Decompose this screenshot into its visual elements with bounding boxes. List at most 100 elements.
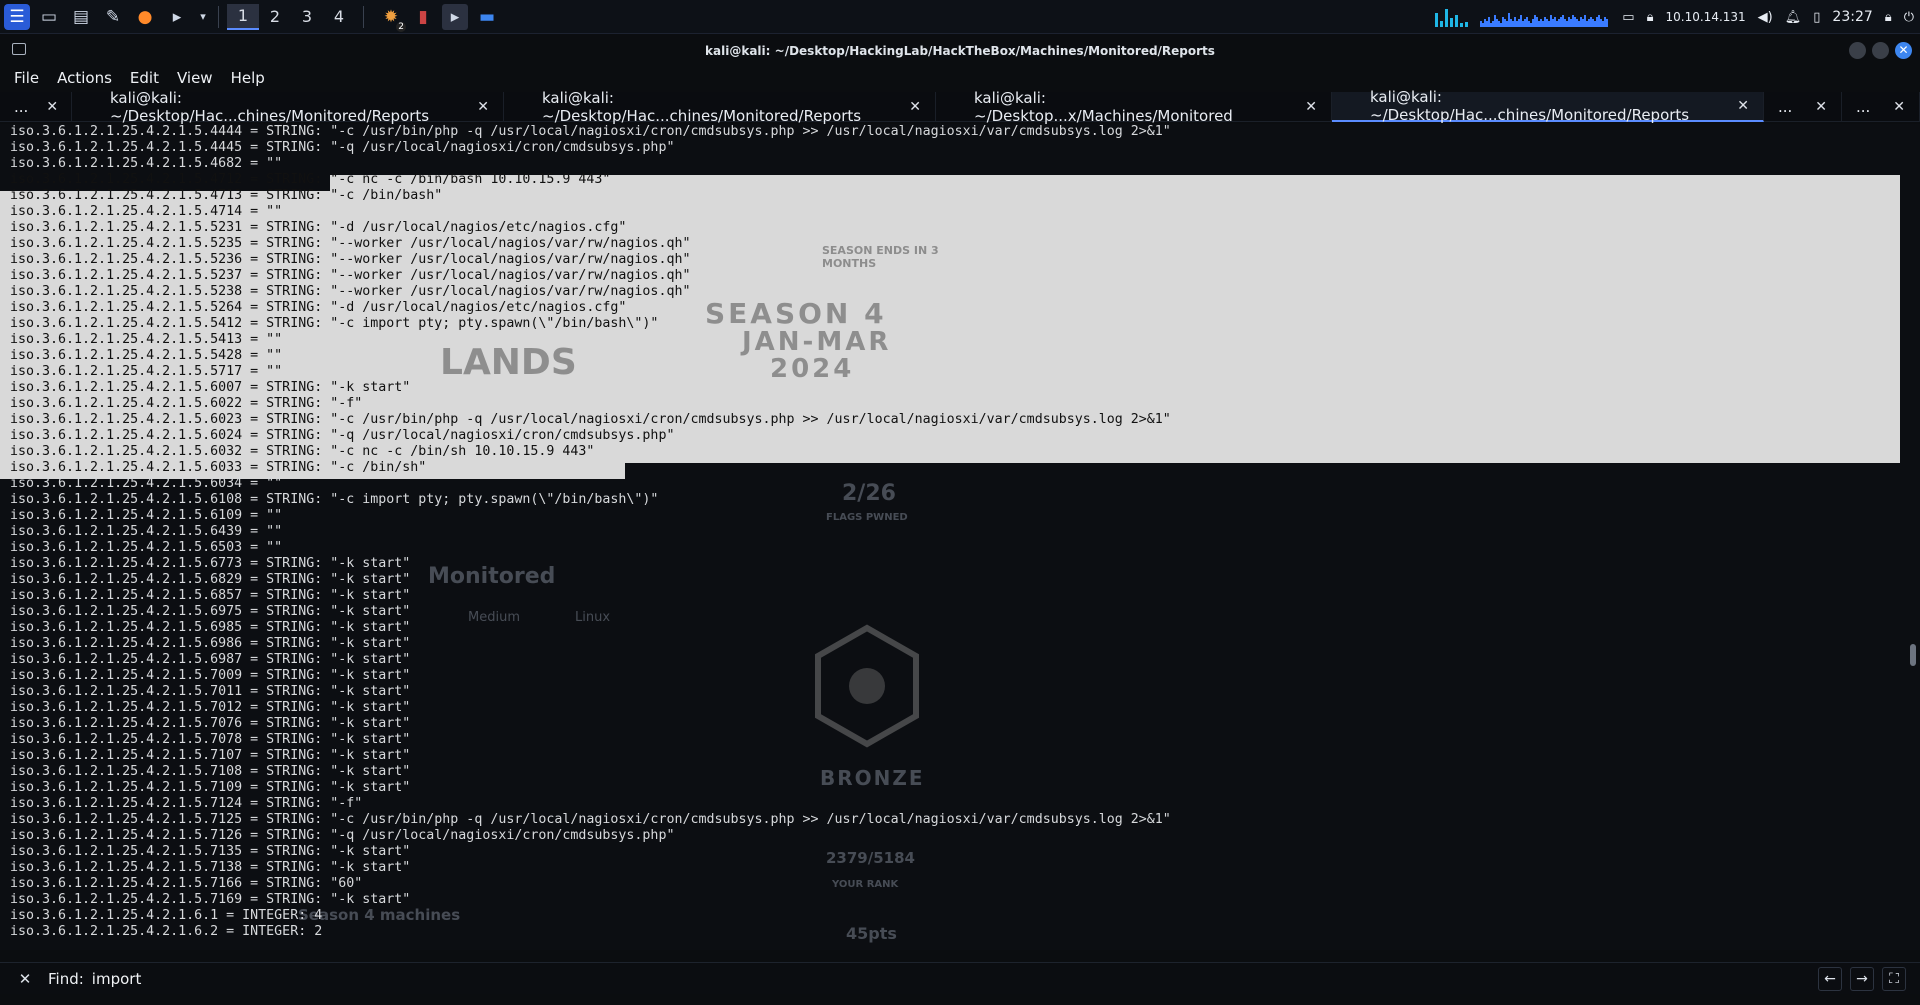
find-navigation: ← → ⛶ bbox=[1818, 967, 1906, 991]
terminal-line: iso.3.6.1.2.1.25.4.2.1.5.4714 = "" bbox=[10, 204, 283, 219]
terminal-line: iso.3.6.1.2.1.25.4.2.1.5.6033 = STRING: … bbox=[10, 460, 427, 475]
find-previous-button[interactable]: ← bbox=[1818, 967, 1842, 991]
burp-window-icon[interactable]: ✹ 2 bbox=[378, 4, 406, 32]
menu-file[interactable]: File bbox=[14, 69, 39, 87]
terminal-line: iso.3.6.1.2.1.25.4.2.1.5.4445 = STRING: … bbox=[10, 140, 675, 155]
pdf-window-icon[interactable]: ▮ bbox=[410, 4, 436, 30]
tab-overflow-right-1[interactable]: ... ✕ bbox=[1764, 91, 1842, 122]
vpn-lock-icon[interactable]: 🔒︎ bbox=[1647, 10, 1654, 25]
tab-terminal-1[interactable]: kali@kali: ~/Desktop/Hac...chines/Monito… bbox=[72, 88, 504, 125]
tab-terminal-2[interactable]: kali@kali: ~/Desktop/Hac...chines/Monito… bbox=[504, 88, 936, 125]
terminal-line: iso.3.6.1.2.1.25.4.2.1.5.6034 = "" bbox=[10, 476, 283, 491]
chevron-down-icon[interactable]: ▾ bbox=[196, 4, 210, 30]
close-find-button[interactable]: ✕ bbox=[14, 968, 36, 990]
panel-tray: ▭ 🔒︎ 10.10.14.131 ◀︎) 🔔︎ ▯ 23:27 🔒︎ ⏻ bbox=[1435, 0, 1914, 34]
clock[interactable]: 23:27 bbox=[1832, 9, 1872, 25]
scrollbar-thumb[interactable] bbox=[1910, 644, 1916, 666]
terminal-line: iso.3.6.1.2.1.25.4.2.1.5.6439 = "" bbox=[10, 524, 283, 539]
terminal-line: iso.3.6.1.2.1.25.4.2.1.5.5236 = STRING: … bbox=[10, 252, 691, 267]
kali-menu-icon[interactable]: ☰ bbox=[4, 3, 30, 30]
volume-icon[interactable]: ◀︎) bbox=[1758, 10, 1773, 25]
terminal-line: iso.3.6.1.2.1.25.4.2.1.5.6108 = STRING: … bbox=[10, 492, 659, 507]
menu-edit[interactable]: Edit bbox=[130, 69, 159, 87]
terminal-line: iso.3.6.1.2.1.25.4.2.1.5.6032 = STRING: … bbox=[10, 444, 595, 459]
file-manager-icon[interactable]: ▤ bbox=[68, 4, 94, 30]
terminal-line: iso.3.6.1.2.1.25.4.2.1.5.7011 = STRING: … bbox=[10, 684, 411, 699]
terminal-line: iso.3.6.1.2.1.25.4.2.1.5.7108 = STRING: … bbox=[10, 764, 411, 779]
find-input[interactable] bbox=[91, 969, 492, 988]
lock-screen-icon[interactable]: 🔒︎ bbox=[1885, 10, 1892, 25]
window-titlebar[interactable]: kali@kali: ~/Desktop/HackingLab/HackTheB… bbox=[0, 36, 1920, 66]
find-label: Find: bbox=[48, 969, 84, 988]
terminal-line: iso.3.6.1.2.1.25.4.2.1.5.7109 = STRING: … bbox=[10, 780, 411, 795]
workspace-1[interactable]: 1 bbox=[227, 3, 259, 30]
terminal-line: iso.3.6.1.2.1.25.4.2.1.5.5412 = STRING: … bbox=[10, 316, 659, 331]
close-icon[interactable]: ✕ bbox=[909, 99, 921, 115]
close-icon[interactable]: ✕ bbox=[46, 99, 58, 115]
terminal-line: iso.3.6.1.2.1.25.4.2.1.5.7012 = STRING: … bbox=[10, 700, 411, 715]
tab-label: ... bbox=[1856, 97, 1871, 116]
tab-overflow-right-2[interactable]: ... ✕ bbox=[1842, 91, 1920, 122]
text-editor-icon[interactable]: ✎ bbox=[100, 4, 126, 30]
power-icon[interactable]: ⏻ bbox=[1904, 10, 1914, 25]
tab-label: kali@kali: ~/Desktop/Hac...chines/Monito… bbox=[1370, 87, 1690, 124]
tab-terminal-active[interactable]: kali@kali: ~/Desktop/Hac...chines/Monito… bbox=[1332, 88, 1764, 124]
battery-icon[interactable]: ▯ bbox=[1813, 10, 1820, 25]
terminal-line: iso.3.6.1.2.1.25.4.2.1.5.5717 = "" bbox=[10, 364, 283, 379]
firefox-icon[interactable]: ● bbox=[132, 4, 158, 30]
menu-view[interactable]: View bbox=[177, 69, 213, 87]
desktop-icon[interactable]: ▭ bbox=[36, 4, 62, 30]
tab-label: kali@kali: ~/Desktop/Hac...chines/Monito… bbox=[110, 88, 430, 125]
find-next-button[interactable]: → bbox=[1850, 967, 1874, 991]
tab-label: kali@kali: ~/Desktop/Hac...chines/Monito… bbox=[542, 88, 862, 125]
workspace-2[interactable]: 2 bbox=[259, 4, 291, 30]
terminal-line: iso.3.6.1.2.1.25.4.2.1.5.5428 = "" bbox=[10, 348, 283, 363]
close-icon[interactable]: ✕ bbox=[477, 99, 489, 115]
vpn-ip: 10.10.14.131 bbox=[1665, 10, 1746, 24]
menu-help[interactable]: Help bbox=[231, 69, 265, 87]
minimize-button[interactable] bbox=[1849, 42, 1866, 59]
terminal-output[interactable]: SEASON 4 JAN-MAR 2024 LANDS SEASON ENDS … bbox=[0, 124, 1920, 950]
workspace-4[interactable]: 4 bbox=[323, 4, 355, 30]
terminal-line: iso.3.6.1.2.1.25.4.2.1.5.6985 = STRING: … bbox=[10, 620, 411, 635]
close-icon[interactable]: ✕ bbox=[1737, 98, 1749, 114]
terminal-line: iso.3.6.1.2.1.25.4.2.1.5.6109 = "" bbox=[10, 508, 283, 523]
panel-separator bbox=[363, 5, 364, 28]
terminal-line: iso.3.6.1.2.1.25.4.2.1.5.7107 = STRING: … bbox=[10, 748, 411, 763]
window-title: kali@kali: ~/Desktop/HackingLab/HackTheB… bbox=[705, 44, 1215, 58]
close-icon[interactable]: ✕ bbox=[1893, 99, 1905, 115]
close-window-button[interactable]: ✕ bbox=[1895, 42, 1912, 59]
terminal-line: iso.3.6.1.2.1.25.4.2.1.5.4444 = STRING: … bbox=[10, 124, 1171, 139]
terminal-line: iso.3.6.1.2.1.25.4.2.1.5.4682 = "" bbox=[10, 156, 283, 171]
terminal-line: iso.3.6.1.2.1.25.4.2.1.5.5235 = STRING: … bbox=[10, 236, 691, 251]
terminal-line: iso.3.6.1.2.1.25.4.2.1.5.7126 = STRING: … bbox=[10, 828, 675, 843]
tab-bar: ... ✕ kali@kali: ~/Desktop/Hac...chines/M… bbox=[0, 88, 1920, 125]
tab-terminal-3[interactable]: kali@kali: ~/Desktop...x/Machines/Monito… bbox=[936, 89, 1332, 125]
terminal-line: iso.3.6.1.2.1.25.4.2.1.5.6023 = STRING: … bbox=[10, 412, 1171, 427]
terminal-line: iso.3.6.1.2.1.25.4.2.1.5.7076 = STRING: … bbox=[10, 716, 411, 731]
terminal-line: iso.3.6.1.2.1.25.4.2.1.5.4712 = STRING: … bbox=[10, 172, 611, 187]
find-options-icon[interactable]: ⛶ bbox=[1882, 967, 1906, 991]
network-graph-bar bbox=[1606, 19, 1609, 27]
display-icon[interactable]: ▭ bbox=[1622, 10, 1634, 25]
notification-bell-icon[interactable]: 🔔︎ bbox=[1785, 10, 1802, 25]
terminal-line: iso.3.6.1.2.1.25.4.2.1.5.5231 = STRING: … bbox=[10, 220, 627, 235]
menu-actions[interactable]: Actions bbox=[57, 69, 112, 87]
terminal-line: iso.3.6.1.2.1.25.4.2.1.5.6975 = STRING: … bbox=[10, 604, 411, 619]
terminal-line: iso.3.6.1.2.1.25.4.2.1.5.5237 = STRING: … bbox=[10, 268, 691, 283]
terminal-line: iso.3.6.1.2.1.25.4.2.1.5.6773 = STRING: … bbox=[10, 556, 411, 571]
close-icon[interactable]: ✕ bbox=[1815, 99, 1827, 115]
terminal-line: iso.3.6.1.2.1.25.4.2.1.5.6857 = STRING: … bbox=[10, 588, 411, 603]
terminal-line: iso.3.6.1.2.1.25.4.2.1.5.6503 = "" bbox=[10, 540, 283, 555]
terminal-line: iso.3.6.1.2.1.25.4.2.1.5.6007 = STRING: … bbox=[10, 380, 411, 395]
terminal-launcher-icon[interactable]: ▸ bbox=[164, 4, 190, 30]
terminal-window-icon[interactable]: ▸ bbox=[442, 3, 468, 30]
terminal-line: iso.3.6.1.2.1.25.4.2.1.6.2 = INTEGER: 2 bbox=[10, 924, 323, 939]
folder-window-icon[interactable]: ▬ bbox=[474, 4, 500, 30]
terminal-line: iso.3.6.1.2.1.25.4.2.1.5.6987 = STRING: … bbox=[10, 652, 411, 667]
terminal-line: iso.3.6.1.2.1.25.4.2.1.5.7078 = STRING: … bbox=[10, 732, 411, 747]
workspace-3[interactable]: 3 bbox=[291, 4, 323, 30]
close-icon[interactable]: ✕ bbox=[1305, 99, 1317, 115]
maximize-button[interactable] bbox=[1872, 42, 1889, 59]
tab-overflow-left[interactable]: ... ✕ bbox=[0, 91, 72, 122]
